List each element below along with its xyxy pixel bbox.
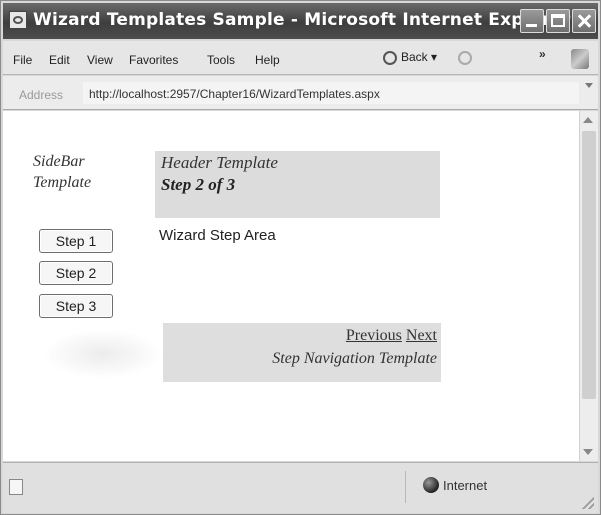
menu-bar: File Edit View Favorites Tools Help Back… — [3, 41, 598, 75]
previous-link[interactable]: Previous — [346, 327, 402, 344]
address-dropdown-icon[interactable] — [584, 81, 594, 91]
sidebar-step-2-button[interactable]: Step 2 — [39, 261, 113, 285]
wizard-step-area: Wizard Step Area — [159, 227, 276, 244]
scroll-up-icon[interactable] — [583, 117, 593, 123]
menu-view[interactable]: View — [87, 53, 113, 67]
maximize-button[interactable] — [546, 9, 570, 33]
back-button[interactable]: Back ▾ — [383, 50, 437, 65]
back-label: Back — [401, 50, 428, 64]
decorative-shadow — [43, 329, 163, 379]
sidebar-template-line2: Template — [33, 174, 92, 191]
windows-logo-icon — [571, 49, 589, 69]
window-title: Wizard Templates Sample - Microsoft Inte… — [33, 10, 571, 30]
sidebar-template-line1: SideBar — [33, 153, 85, 170]
next-link[interactable]: Next — [406, 327, 437, 344]
step-navigation-template: Previous Next Step Navigation Template — [163, 323, 441, 382]
title-bar: Wizard Templates Sample - Microsoft Inte… — [3, 3, 598, 39]
globe-icon — [423, 477, 439, 493]
sidebar-step-1-button[interactable]: Step 1 — [39, 229, 113, 253]
toolbar-overflow-chevron[interactable]: » — [539, 47, 546, 61]
sidebar-step-3-button[interactable]: Step 3 — [39, 294, 113, 318]
security-zone-label: Internet — [443, 478, 488, 493]
resize-grip[interactable] — [582, 497, 594, 509]
back-arrow-icon — [383, 50, 397, 65]
page-content: SideBar Template Step 1 Step 2 Step 3 He… — [3, 111, 579, 461]
step-navigation-template-label: Step Navigation Template — [272, 350, 437, 367]
menu-favorites[interactable]: Favorites — [129, 53, 178, 67]
vertical-scrollbar[interactable] — [579, 111, 598, 461]
scroll-down-icon[interactable] — [583, 449, 593, 455]
address-input[interactable]: http://localhost:2957/Chapter16/WizardTe… — [83, 82, 579, 104]
sidebar-template-label: SideBar Template — [33, 151, 91, 193]
header-step-indicator: Step 2 of 3 — [161, 175, 236, 194]
ie-page-icon — [9, 11, 27, 29]
status-bar: Internet — [3, 462, 598, 513]
menu-help[interactable]: Help — [255, 53, 280, 67]
menu-tools[interactable]: Tools — [207, 53, 235, 67]
address-label: Address — [19, 88, 64, 102]
header-template-label: Header Template — [161, 153, 278, 172]
status-divider — [405, 471, 406, 503]
forward-arrow-icon[interactable] — [458, 51, 472, 65]
address-bar: Address http://localhost:2957/Chapter16/… — [3, 76, 598, 110]
scroll-thumb[interactable] — [582, 131, 596, 399]
nav-links: Previous Next — [346, 327, 437, 345]
menu-edit[interactable]: Edit — [49, 53, 70, 67]
close-button[interactable] — [572, 9, 596, 33]
minimize-button[interactable] — [520, 9, 544, 33]
menu-file[interactable]: File — [13, 53, 32, 67]
header-template: Header Template Step 2 of 3 — [155, 151, 440, 218]
page-done-icon — [9, 479, 23, 495]
browser-window: Wizard Templates Sample - Microsoft Inte… — [0, 0, 601, 515]
